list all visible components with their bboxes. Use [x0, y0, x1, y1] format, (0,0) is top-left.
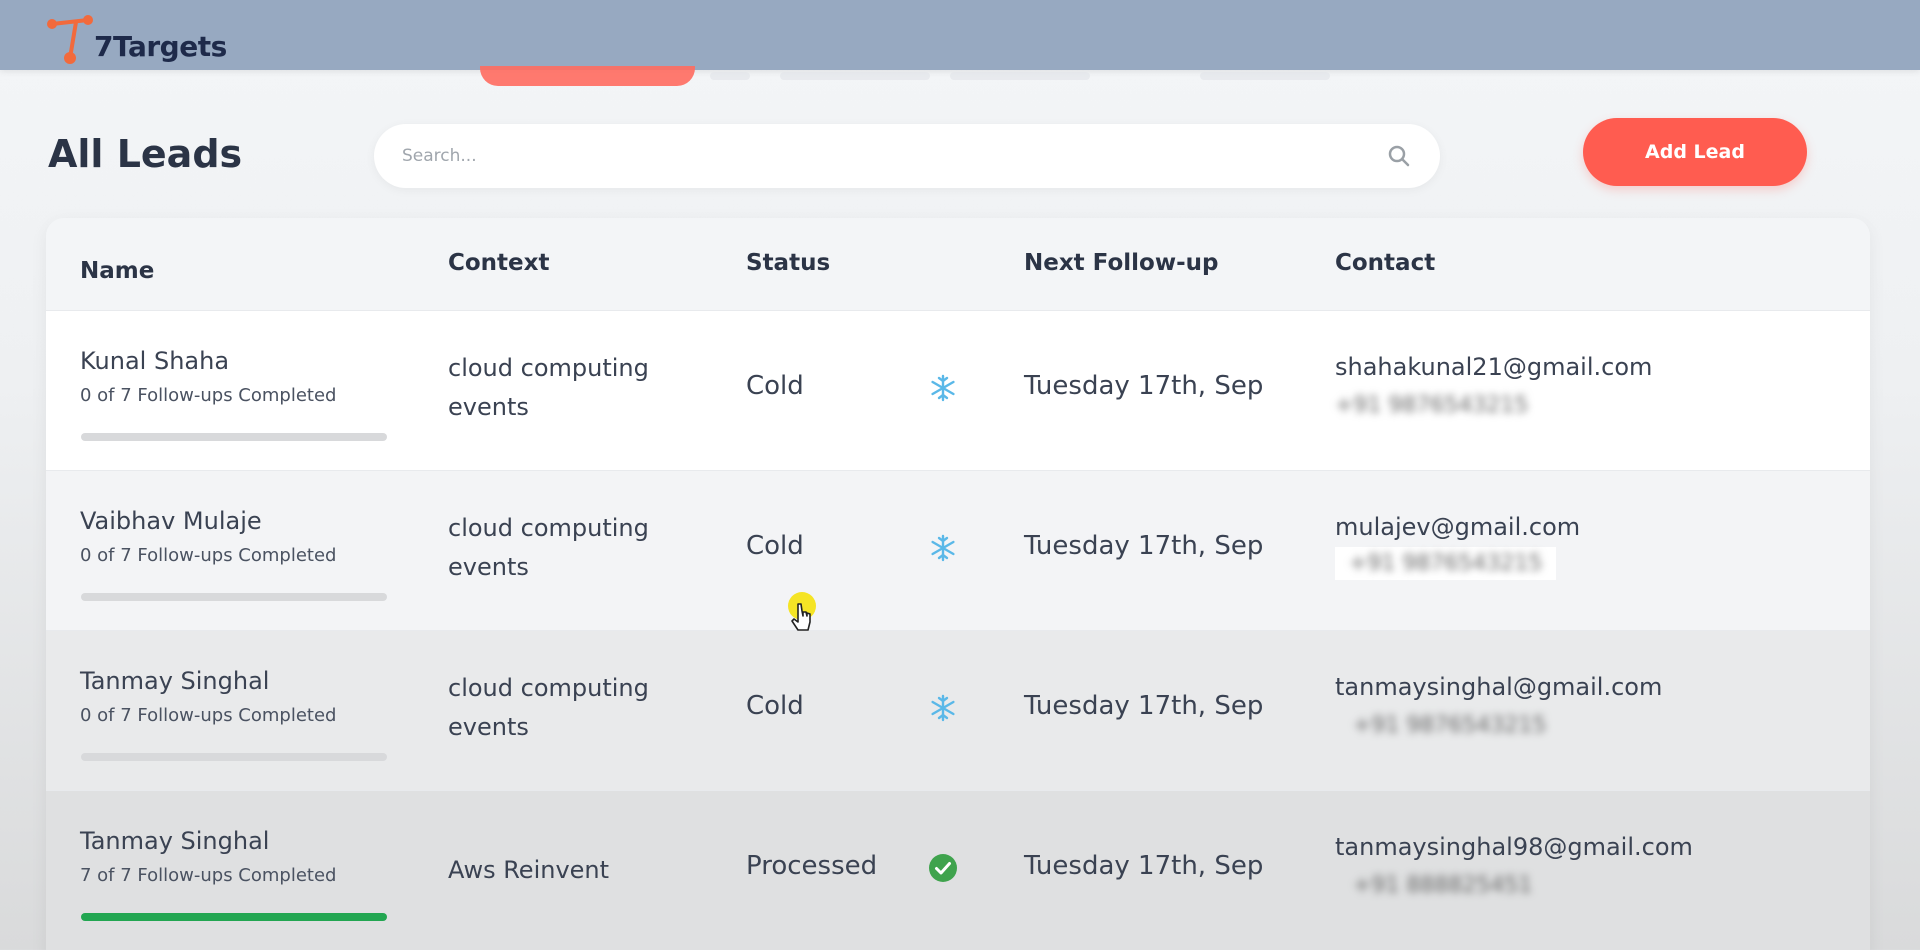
- table-row[interactable]: Vaibhav Mulaje 0 of 7 Follow-ups Complet…: [46, 470, 1870, 630]
- check-circle-icon: [928, 853, 958, 883]
- lead-name[interactable]: Tanmay Singhal: [80, 827, 336, 855]
- snowflake-icon: [928, 533, 958, 563]
- followup-count: 0 of 7 Follow-ups Completed: [80, 705, 337, 726]
- lead-name[interactable]: Tanmay Singhal: [80, 667, 336, 695]
- contact-email[interactable]: shahakunal21@gmail.com: [1335, 353, 1652, 381]
- next-followup-date: Tuesday 17th, Sep: [1024, 851, 1264, 881]
- lead-name-cell: Tanmay Singhal 0 of 7 Follow-ups Complet…: [80, 667, 336, 726]
- table-row[interactable]: Tanmay Singhal 0 of 7 Follow-ups Complet…: [46, 630, 1870, 790]
- contact-phone: +91 9876543215: [1335, 393, 1529, 418]
- contact-email[interactable]: tanmaysinghal98@gmail.com: [1335, 833, 1693, 861]
- followup-count: 7 of 7 Follow-ups Completed: [80, 865, 337, 886]
- lead-context: cloud computing events: [448, 674, 649, 741]
- lead-status: Cold: [746, 531, 804, 561]
- contact-cell: shahakunal21@gmail.com +91 9876543215: [1335, 353, 1652, 418]
- contact-email[interactable]: mulajev@gmail.com: [1335, 513, 1580, 541]
- lead-name[interactable]: Vaibhav Mulaje: [80, 507, 336, 535]
- tab-ghost: [710, 72, 750, 80]
- column-header-status[interactable]: Status: [746, 250, 830, 276]
- followup-progress-bar: [81, 433, 387, 441]
- search-icon[interactable]: [1386, 143, 1412, 169]
- contact-phone: +91 888825451: [1353, 873, 1533, 898]
- contact-phone: +91 9876543215: [1349, 551, 1543, 576]
- mouse-cursor-icon: [782, 592, 822, 640]
- tab-ghost: [1200, 72, 1330, 80]
- search-input[interactable]: [402, 146, 1386, 166]
- brand-name: 7Targets: [94, 30, 227, 63]
- tab-active[interactable]: [480, 66, 695, 86]
- lead-name[interactable]: Kunal Shaha: [80, 347, 336, 375]
- add-lead-button[interactable]: Add Lead: [1583, 118, 1807, 186]
- table-row[interactable]: Kunal Shaha 0 of 7 Follow-ups Completed …: [46, 310, 1870, 470]
- nav-tabs: [480, 66, 1480, 86]
- followup-progress-bar: [81, 913, 387, 921]
- lead-name-cell: Vaibhav Mulaje 0 of 7 Follow-ups Complet…: [80, 507, 336, 566]
- column-header-name[interactable]: Name: [80, 258, 154, 284]
- top-nav-bar: 7Targets: [0, 0, 1920, 70]
- leads-table: Name Context Status Next Follow-up Conta…: [46, 218, 1870, 950]
- lead-status: Processed: [746, 851, 878, 881]
- contact-phone: +91 9876543215: [1353, 713, 1547, 738]
- lead-name-cell: Kunal Shaha 0 of 7 Follow-ups Completed: [80, 347, 336, 406]
- contact-cell: tanmaysinghal@gmail.com +91 9876543215: [1335, 673, 1662, 738]
- page-title: All Leads: [48, 132, 243, 176]
- contact-cell: mulajev@gmail.com +91 9876543215: [1335, 513, 1580, 580]
- lead-status: Cold: [746, 691, 804, 721]
- tab-ghost: [780, 72, 930, 80]
- next-followup-date: Tuesday 17th, Sep: [1024, 531, 1264, 561]
- followup-progress-bar: [81, 753, 387, 761]
- search-bar[interactable]: [374, 124, 1440, 188]
- next-followup-date: Tuesday 17th, Sep: [1024, 691, 1264, 721]
- lead-name-cell: Tanmay Singhal 7 of 7 Follow-ups Complet…: [80, 827, 336, 886]
- followup-count: 0 of 7 Follow-ups Completed: [80, 385, 337, 406]
- snowflake-icon: [928, 693, 958, 723]
- next-followup-date: Tuesday 17th, Sep: [1024, 371, 1264, 401]
- contact-email[interactable]: tanmaysinghal@gmail.com: [1335, 673, 1662, 701]
- contact-cell: tanmaysinghal98@gmail.com +91 888825451: [1335, 833, 1693, 898]
- followup-progress-bar: [81, 593, 387, 601]
- lead-context: cloud computing events: [448, 514, 649, 581]
- column-header-contact[interactable]: Contact: [1335, 250, 1435, 276]
- column-header-context[interactable]: Context: [448, 250, 549, 276]
- lead-context: Aws Reinvent: [448, 856, 610, 884]
- snowflake-icon: [928, 373, 958, 403]
- column-header-next-followup[interactable]: Next Follow-up: [1024, 250, 1218, 276]
- followup-count: 0 of 7 Follow-ups Completed: [80, 545, 337, 566]
- table-row[interactable]: Tanmay Singhal 7 of 7 Follow-ups Complet…: [46, 790, 1870, 950]
- logo-mark-icon: [47, 15, 93, 64]
- lead-context: cloud computing events: [448, 354, 649, 421]
- tab-ghost: [950, 72, 1090, 80]
- followup-progress-fill: [81, 913, 387, 921]
- contact-phone-highlight: +91 9876543215: [1335, 547, 1557, 580]
- table-header: Name Context Status Next Follow-up Conta…: [46, 218, 1870, 310]
- lead-status: Cold: [746, 371, 804, 401]
- brand-logo[interactable]: 7Targets: [46, 12, 227, 66]
